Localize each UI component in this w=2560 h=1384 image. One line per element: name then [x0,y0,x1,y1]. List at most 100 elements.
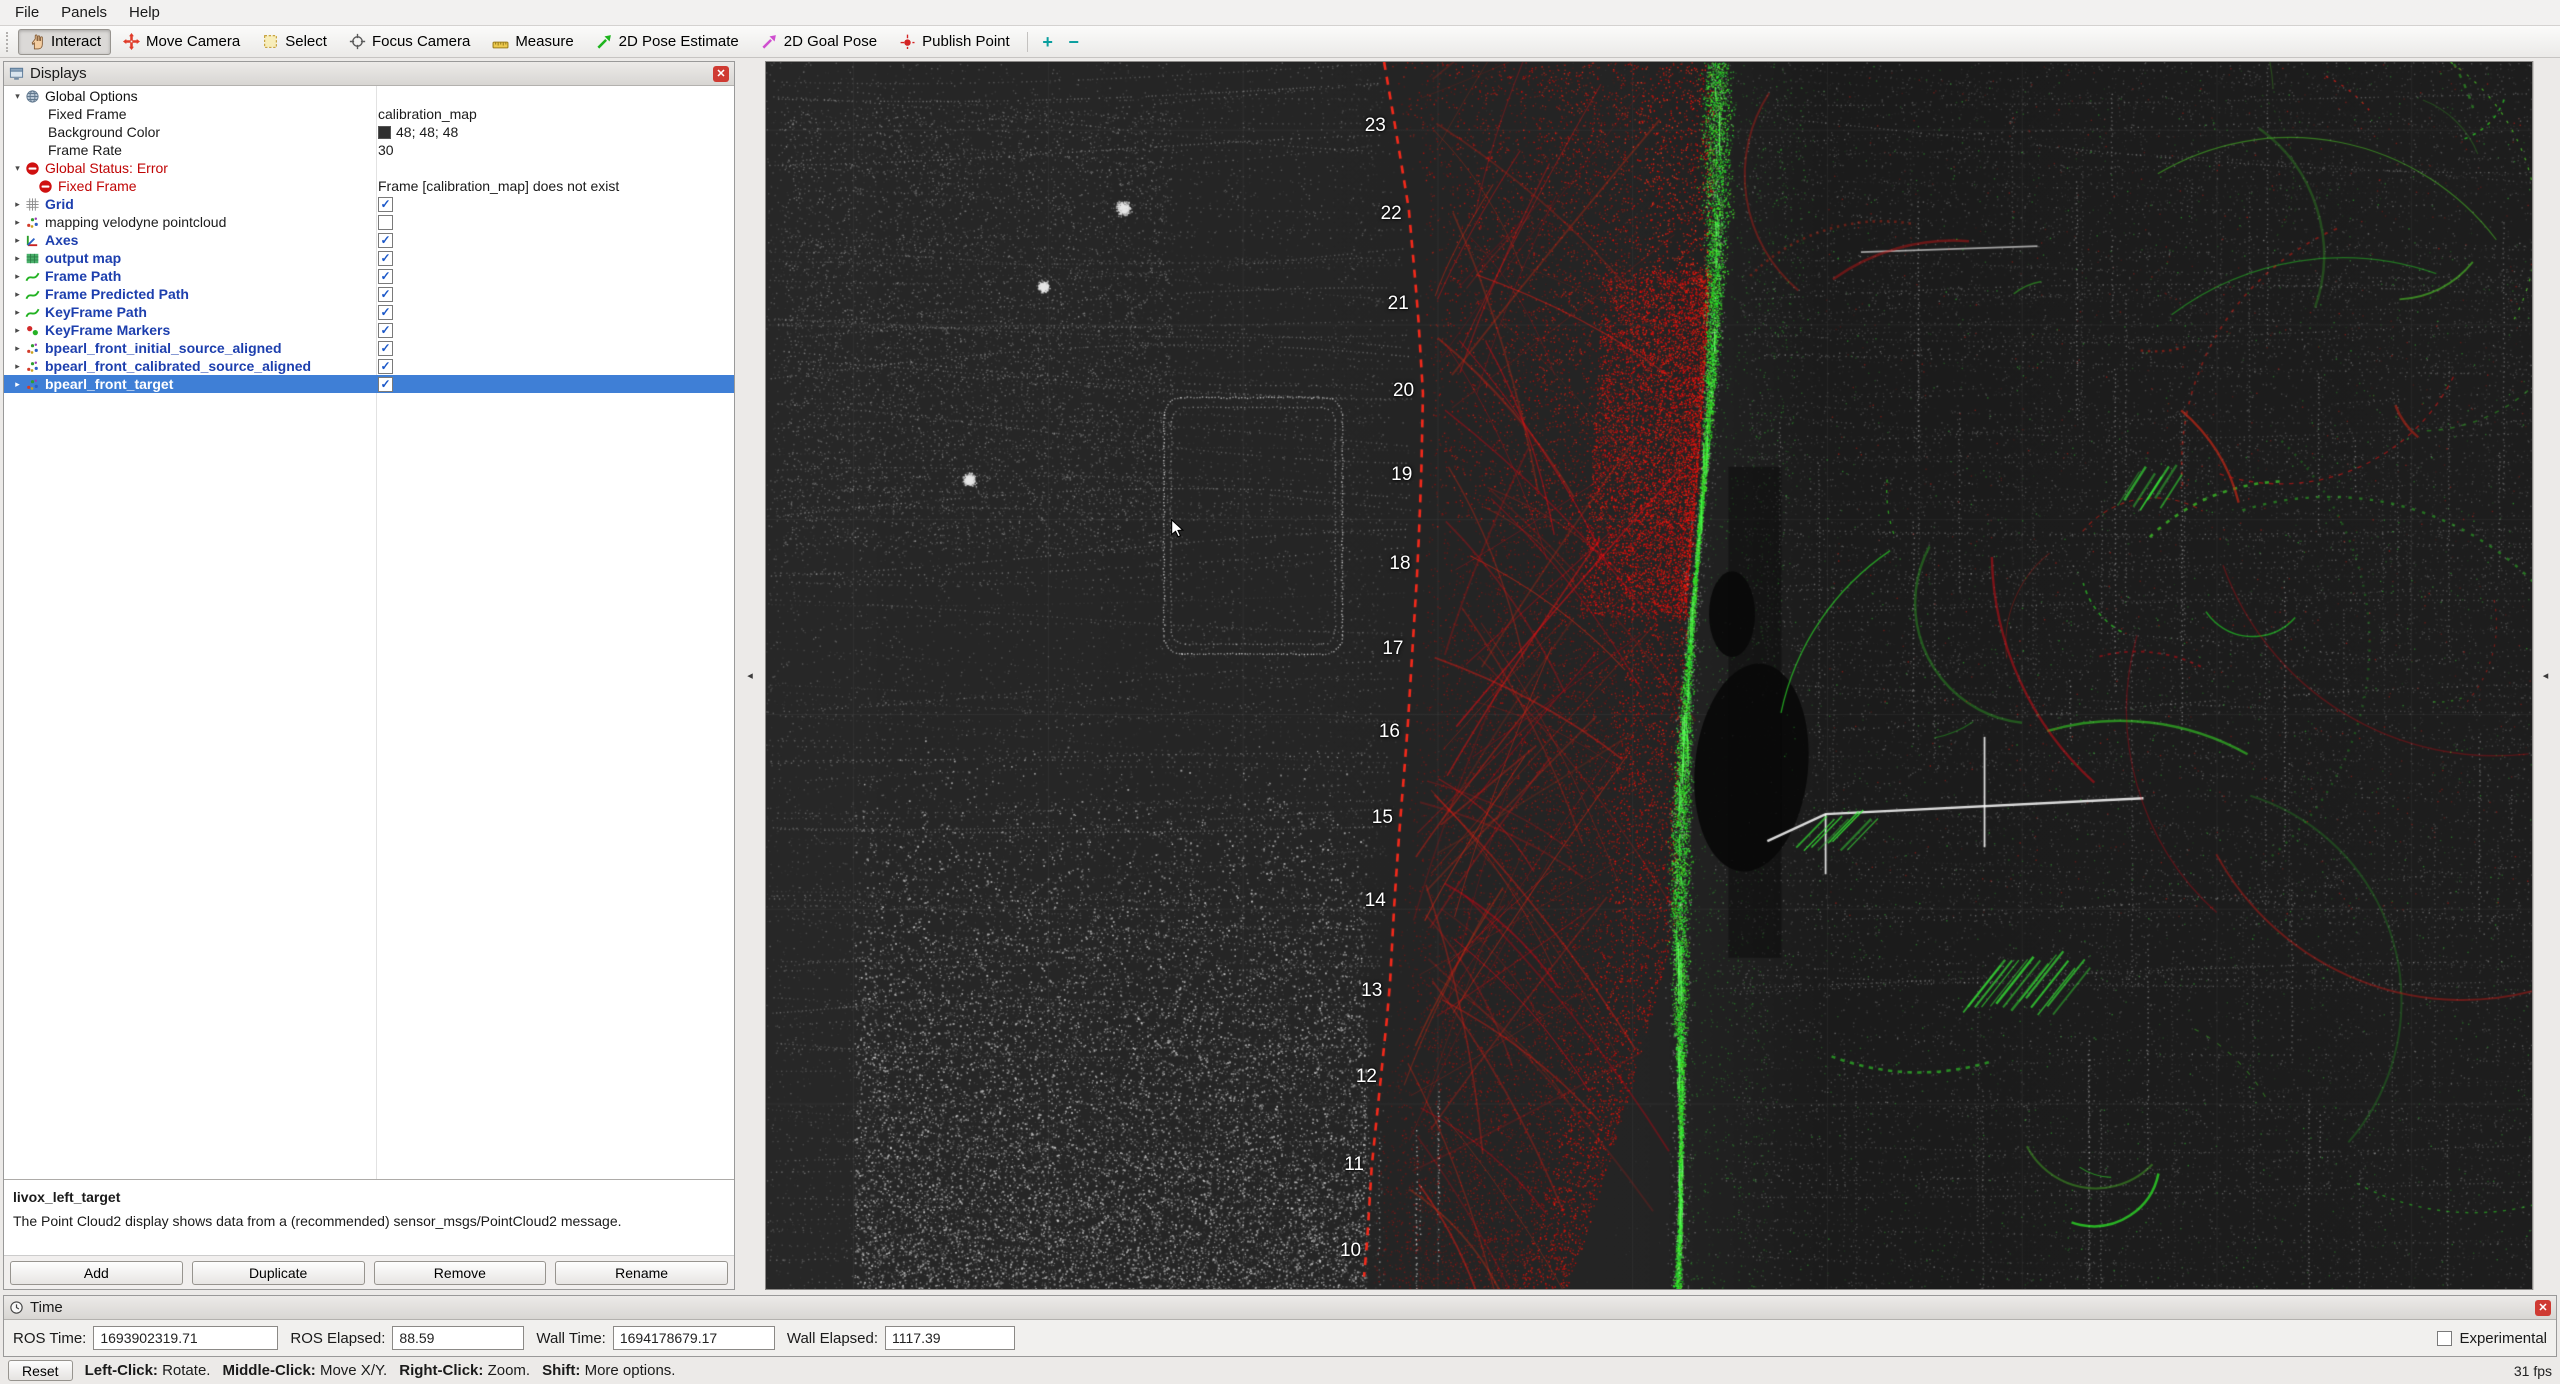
keyframe-label: 18 [1389,553,1410,575]
interact-icon [28,33,45,50]
mouse-help-text: Left-Click: Rotate.Middle-Click: Move X/… [85,1362,680,1379]
map-icon [25,251,40,266]
display-enabled-checkbox[interactable]: ✓ [378,377,393,392]
panel-splitter[interactable]: ◂ [735,61,765,1290]
keyframe-label: 14 [1365,890,1386,912]
tool-goal-pose-button[interactable]: 2D Goal Pose [751,29,887,55]
pose-estimate-icon [596,33,613,50]
tree-label: bpearl_front_initial_source_aligned [45,340,282,356]
expand-views-icon[interactable]: ◂ [2543,669,2549,682]
remove-tool-button[interactable]: − [1061,29,1087,55]
tree-row-keyframe-path[interactable]: ▸KeyFrame Path✓ [4,303,734,321]
tree-row-fixed-frame[interactable]: Fixed FrameFrame [calibration_map] does … [4,177,734,195]
duplicate-button[interactable]: Duplicate [192,1261,365,1285]
display-enabled-checkbox[interactable]: ✓ [378,341,393,356]
expand-arrow-icon[interactable]: ▸ [10,199,25,210]
display-enabled-checkbox[interactable]: ✓ [378,251,393,266]
time-field-input[interactable] [392,1326,524,1350]
tool-pose-estimate-button[interactable]: 2D Pose Estimate [586,29,749,55]
expand-arrow-icon[interactable]: ▸ [10,343,25,354]
collapse-arrow-icon[interactable]: ▾ [10,91,25,102]
expand-arrow-icon[interactable]: ▸ [10,253,25,264]
displays-titlebar[interactable]: Displays ✕ [4,62,734,86]
menu-help[interactable]: Help [118,1,171,24]
menu-panels[interactable]: Panels [50,1,118,24]
tree-row-global-status-error[interactable]: ▾Global Status: Error [4,159,734,177]
3d-viewport[interactable]: 2322212019181716151413121110 [765,61,2533,1290]
tree-label: bpearl_front_target [45,376,173,392]
time-field-input[interactable] [885,1326,1015,1350]
keyframe-label: 22 [1381,203,1402,225]
tree-row-frame-rate[interactable]: Frame Rate30 [4,141,734,159]
mouse-cursor-icon [1168,518,1190,540]
rename-button[interactable]: Rename [555,1261,728,1285]
tree-row-fixed-frame[interactable]: Fixed Framecalibration_map [4,105,734,123]
reset-button[interactable]: Reset [8,1360,73,1381]
tree-row-frame-path[interactable]: ▸Frame Path✓ [4,267,734,285]
display-enabled-checkbox[interactable]: ✓ [378,305,393,320]
display-enabled-checkbox[interactable]: ✓ [378,197,393,212]
collapse-left-icon[interactable]: ◂ [747,669,753,682]
toolbar: Interact Move Camera SelectFocus CameraMea… [0,26,2560,58]
keyframe-label: 17 [1382,638,1403,660]
expand-arrow-icon[interactable]: ▸ [10,361,25,372]
menu-file[interactable]: File [4,1,50,24]
tree-row-keyframe-markers[interactable]: ▸KeyFrame Markers✓ [4,321,734,339]
display-enabled-checkbox[interactable]: ✓ [378,269,393,284]
tree-row-output-map[interactable]: ▸output map✓ [4,249,734,267]
expand-arrow-icon[interactable]: ▸ [10,217,25,228]
time-field-label: Wall Time: [536,1330,605,1347]
time-titlebar[interactable]: Time ✕ [4,1296,2556,1320]
tree-row-bpearl-front-calibrated-source-aligned[interactable]: ▸bpearl_front_calibrated_source_aligned✓ [4,357,734,375]
tree-row-axes[interactable]: ▸Axes✓ [4,231,734,249]
remove-button[interactable]: Remove [374,1261,547,1285]
value-text: 48; 48; 48 [396,124,458,140]
tool-interact-button[interactable]: Interact [18,29,111,55]
tree-value: ✓ [378,195,393,213]
displays-close-button[interactable]: ✕ [713,66,729,82]
time-field-input[interactable] [93,1326,278,1350]
display-enabled-checkbox[interactable] [378,215,393,230]
tool-move-camera-button[interactable]: Move Camera [113,29,250,55]
add-button[interactable]: Add [10,1261,183,1285]
expand-arrow-icon[interactable]: ▸ [10,307,25,318]
tree-row-background-color[interactable]: Background Color 48; 48; 48 [4,123,734,141]
experimental-checkbox[interactable] [2437,1331,2452,1346]
tree-label: Background Color [48,124,160,140]
time-field-input[interactable] [613,1326,775,1350]
value-text: 30 [378,142,394,158]
tool-publish-point-button[interactable]: Publish Point [889,29,1020,55]
axes-icon [25,233,40,248]
expand-arrow-icon[interactable]: ▸ [10,289,25,300]
tree-row-global-options[interactable]: ▾Global Options [4,87,734,105]
display-enabled-checkbox[interactable]: ✓ [378,233,393,248]
views-panel-collapsed-strip[interactable]: ◂ [2533,61,2557,1290]
tree-row-frame-predicted-path[interactable]: ▸Frame Predicted Path✓ [4,285,734,303]
expand-arrow-icon[interactable]: ▸ [10,379,25,390]
displays-panel-icon [9,66,24,81]
tree-row-bpearl-front-initial-source-aligned[interactable]: ▸ bpearl_front_initial_source_aligned ✓ [4,339,734,357]
display-enabled-checkbox[interactable]: ✓ [378,359,393,374]
expand-arrow-icon[interactable]: ▸ [10,235,25,246]
toolbar-drag-handle[interactable] [6,32,12,52]
display-enabled-checkbox[interactable]: ✓ [378,323,393,338]
value-text: calibration_map [378,106,477,122]
tree-row-bpearl-front-target[interactable]: ▸ bpearl_front_target ✓ [4,375,734,393]
time-close-button[interactable]: ✕ [2535,1300,2551,1316]
collapse-arrow-icon[interactable]: ▾ [10,163,25,174]
tree-value: 30 [378,141,394,159]
tool-select-button[interactable]: Select [252,29,337,55]
time-field-ros-time: ROS Time: [13,1326,278,1350]
display-enabled-checkbox[interactable]: ✓ [378,287,393,302]
tree-row-mapping-velodyne-pointcloud[interactable]: ▸mapping velodyne pointcloud [4,213,734,231]
tree-value: calibration_map [378,105,477,123]
tool-focus-camera-button[interactable]: Focus Camera [339,29,480,55]
expand-arrow-icon[interactable]: ▸ [10,271,25,282]
clock-icon [9,1300,24,1315]
tool-label: Move Camera [146,33,240,50]
grid-icon [25,197,40,212]
tool-measure-button[interactable]: Measure [482,29,583,55]
add-tool-button[interactable]: + [1035,29,1061,55]
expand-arrow-icon[interactable]: ▸ [10,325,25,336]
tree-row-grid[interactable]: ▸Grid✓ [4,195,734,213]
